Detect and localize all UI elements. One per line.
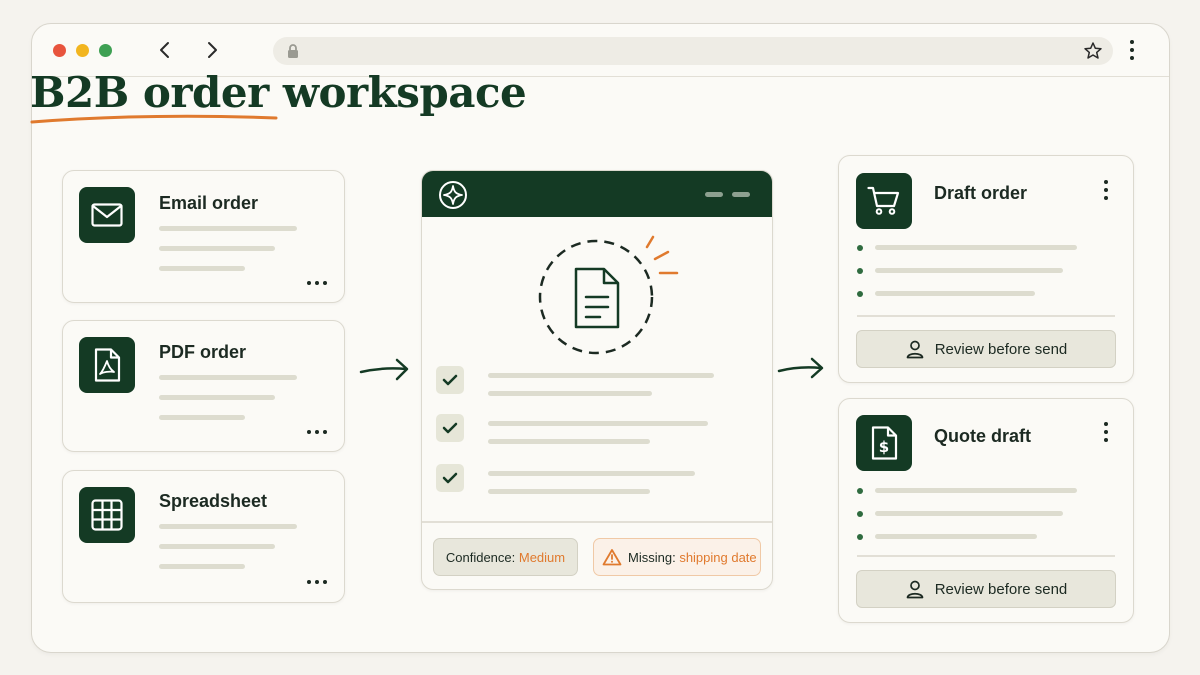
list-bullet [857, 488, 863, 494]
placeholder-line [875, 268, 1063, 273]
list-bullet [857, 245, 863, 251]
review-before-send-button[interactable]: Review before send [856, 330, 1116, 368]
forward-button[interactable] [200, 38, 224, 62]
checkbox-checked[interactable] [436, 464, 464, 492]
source-card-title: Email order [159, 193, 259, 213]
placeholder-line [159, 544, 275, 549]
processing-panel-header [422, 171, 772, 217]
placeholder-line [159, 226, 297, 231]
lock-icon [288, 44, 298, 58]
placeholder-line [875, 534, 1037, 539]
warning-icon [602, 549, 622, 566]
checkmark-icon [442, 472, 458, 484]
card-divider [857, 555, 1115, 557]
placeholder-line [875, 291, 1035, 296]
source-card-pdf[interactable]: PDF order [62, 320, 345, 452]
list-bullet [857, 511, 863, 517]
flow-arrow-icon [777, 357, 824, 379]
placeholder-line [875, 488, 1077, 493]
placeholder-line [488, 471, 695, 476]
quote-document-icon: $ [856, 415, 912, 471]
title-underline-stroke [30, 114, 278, 124]
processing-panel: Confidence: Medium Missing: shipping dat… [421, 170, 773, 590]
more-options-icon[interactable] [307, 430, 327, 434]
placeholder-line [875, 511, 1063, 516]
maximize-window-dot[interactable] [99, 44, 112, 57]
placeholder-line [488, 421, 708, 426]
panel-divider [422, 521, 772, 523]
placeholder-line [159, 395, 275, 400]
source-card-spreadsheet[interactable]: Spreadsheet [62, 470, 345, 603]
more-options-icon[interactable] [307, 580, 327, 584]
output-card-draft-order[interactable]: Draft order Review before send [838, 155, 1134, 383]
more-options-icon[interactable] [1104, 422, 1108, 442]
output-card-title: Quote draft [934, 426, 1031, 446]
missing-value: shipping date [679, 549, 757, 565]
checkbox-checked[interactable] [436, 414, 464, 442]
header-pill [705, 192, 723, 197]
checkmark-icon [442, 422, 458, 434]
header-pill [732, 192, 750, 197]
review-button-label: Review before send [934, 340, 1068, 358]
confidence-label: Confidence: [445, 549, 516, 565]
confidence-value: Medium [518, 549, 566, 565]
list-bullet [857, 534, 863, 540]
more-options-icon[interactable] [307, 281, 327, 285]
cart-icon [856, 173, 912, 229]
list-bullet [857, 268, 863, 274]
placeholder-line [159, 564, 245, 569]
table-icon [79, 487, 135, 543]
placeholder-line [159, 375, 297, 380]
flow-arrow-icon [359, 358, 409, 381]
svg-text:$: $ [879, 438, 889, 456]
placeholder-line [488, 373, 714, 378]
placeholder-line [159, 415, 245, 420]
placeholder-line [875, 245, 1077, 250]
minimize-window-dot[interactable] [76, 44, 89, 57]
placeholder-line [488, 391, 652, 396]
source-card-title: Spreadsheet [159, 491, 268, 511]
missing-label: Missing: [628, 549, 676, 565]
more-options-icon[interactable] [1104, 180, 1108, 200]
review-button-label: Review before send [934, 580, 1068, 598]
review-before-send-button[interactable]: Review before send [856, 570, 1116, 608]
back-button[interactable] [153, 38, 177, 62]
address-bar[interactable] [273, 37, 1113, 65]
missing-field-badge: Missing: shipping date [593, 538, 761, 576]
ai-sparkle-icon [439, 181, 467, 209]
list-bullet [857, 291, 863, 297]
chevron-left-icon [160, 42, 169, 58]
placeholder-line [159, 266, 245, 271]
mail-icon [79, 187, 135, 243]
page-title: B2B order workspace [30, 68, 527, 117]
confidence-badge: Confidence: Medium [433, 538, 578, 576]
output-card-quote-draft[interactable]: $ Quote draft Review before send [838, 398, 1134, 623]
user-icon [906, 580, 924, 599]
user-icon [906, 340, 924, 359]
placeholder-line [159, 524, 297, 529]
checkbox-checked[interactable] [436, 366, 464, 394]
source-card-title: PDF order [159, 342, 247, 362]
source-card-email[interactable]: Email order [62, 170, 345, 303]
checkmark-icon [442, 374, 458, 386]
placeholder-line [488, 439, 650, 444]
browser-menu-icon[interactable] [1130, 40, 1134, 60]
close-window-dot[interactable] [53, 44, 66, 57]
chevron-right-icon [208, 42, 217, 58]
card-divider [857, 315, 1115, 317]
pdf-icon [79, 337, 135, 393]
document-icon [538, 235, 679, 355]
placeholder-line [488, 489, 650, 494]
bookmark-star-icon[interactable] [1083, 41, 1103, 61]
placeholder-line [159, 246, 275, 251]
output-card-title: Draft order [934, 183, 1028, 203]
